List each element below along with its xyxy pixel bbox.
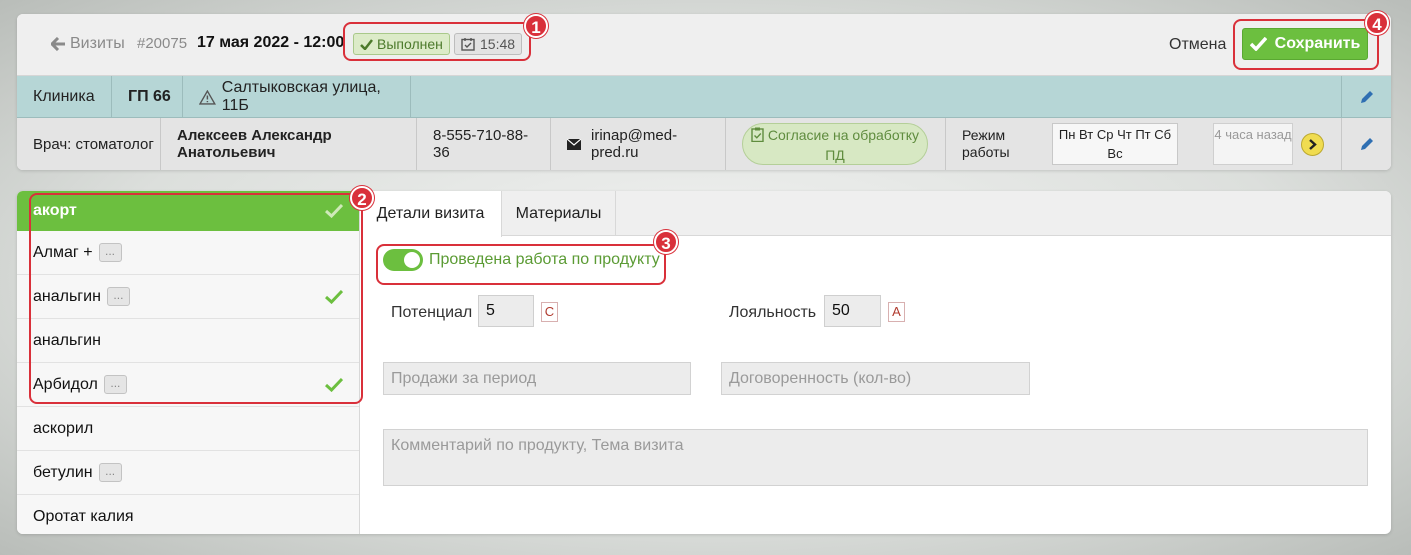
- loyalty-label: Лояльность: [729, 304, 817, 321]
- back-label: Визиты: [70, 35, 125, 52]
- comment-textarea[interactable]: Комментарий по продукту, Тема визита: [383, 429, 1368, 486]
- product-name: Оротат калия: [33, 507, 134, 525]
- schedule-label: Режим работы: [962, 127, 1010, 160]
- loyalty-input[interactable]: 50: [824, 295, 881, 327]
- doctor-phone[interactable]: 8-555-710-88-36: [417, 118, 551, 170]
- callout-number-1: 1: [524, 14, 548, 38]
- visit-date: 17 мая 2022 - 12:00: [197, 34, 345, 51]
- clipboard-check-icon: [751, 127, 764, 143]
- last-seen: 4 часа назад: [1213, 123, 1293, 165]
- visit-header: Визиты #20075 17 мая 2022 - 12:00 Выполн…: [17, 14, 1391, 76]
- arrow-left-icon: [51, 37, 65, 51]
- callout-frame-3: [376, 244, 666, 285]
- tab-materials[interactable]: Материалы: [502, 191, 616, 236]
- visit-id: #20075: [137, 35, 188, 52]
- clinic-label: Клиника: [17, 76, 112, 118]
- callout-number-3: 3: [654, 230, 678, 254]
- callout-number-4: 4: [1365, 11, 1389, 35]
- chevron-right-icon: [1309, 139, 1317, 150]
- doctor-email-text: irinap@med-pred.ru: [591, 127, 678, 161]
- doctor-name: Алексеев Александр Анатольевич: [161, 118, 417, 170]
- product-name: бетулин: [33, 463, 93, 481]
- envelope-icon: [567, 138, 581, 150]
- doctor-row: Врач: стоматолог Алексеев Александр Анат…: [17, 118, 1391, 170]
- doctor-email[interactable]: irinap@med-pred.ru: [551, 118, 726, 170]
- clinic-address: Салтыковская улица, 11Б: [183, 76, 411, 118]
- potential-input[interactable]: 5: [478, 295, 534, 327]
- callout-frame-1: [343, 22, 531, 61]
- potential-label: Потенциал: [391, 304, 473, 321]
- edit-doctor-button[interactable]: [1341, 118, 1391, 170]
- cancel-link[interactable]: Отмена: [1169, 36, 1226, 54]
- tab-visit-details[interactable]: Детали визита: [360, 191, 502, 237]
- list-item[interactable]: Оротат калия: [17, 495, 359, 534]
- callout-number-2: 2: [350, 186, 374, 210]
- callout-frame-4: [1233, 19, 1379, 70]
- visit-header-card: Визиты #20075 17 мая 2022 - 12:00 Выполн…: [17, 14, 1391, 170]
- more-button[interactable]: ...: [98, 463, 122, 482]
- clinic-address-text: Салтыковская улица, 11Б: [221, 79, 381, 114]
- consent-badge[interactable]: Согласие на обработку ПД: [742, 123, 928, 165]
- schedule-days: Пн Вт Ср Чт Пт Сб Вс: [1052, 123, 1178, 165]
- product-name: аскорил: [33, 419, 94, 437]
- list-item[interactable]: бетулин ...: [17, 451, 359, 495]
- loyalty-grade: A: [888, 302, 905, 322]
- agreement-input[interactable]: Договоренность (кол-во): [721, 362, 1030, 395]
- back-link[interactable]: Визиты: [51, 35, 125, 53]
- consent-label: Согласие на обработку ПД: [767, 127, 919, 163]
- potential-grade: C: [541, 302, 558, 322]
- pencil-icon: [1360, 90, 1373, 103]
- callout-frame-2: [29, 193, 363, 404]
- next-button[interactable]: [1301, 133, 1324, 156]
- clinic-row: Клиника ГП 66 Салтыковская улица, 11Б: [17, 76, 1391, 118]
- list-item[interactable]: аскорил: [17, 407, 359, 451]
- warning-icon: [199, 89, 216, 105]
- clinic-code: ГП 66: [112, 76, 183, 118]
- pencil-icon: [1360, 138, 1373, 150]
- tab-bar: Детали визита Материалы: [360, 191, 1391, 237]
- doctor-role: Врач: стоматолог: [17, 118, 161, 170]
- edit-clinic-button[interactable]: [1341, 76, 1391, 117]
- sales-input[interactable]: Продажи за период: [383, 362, 691, 395]
